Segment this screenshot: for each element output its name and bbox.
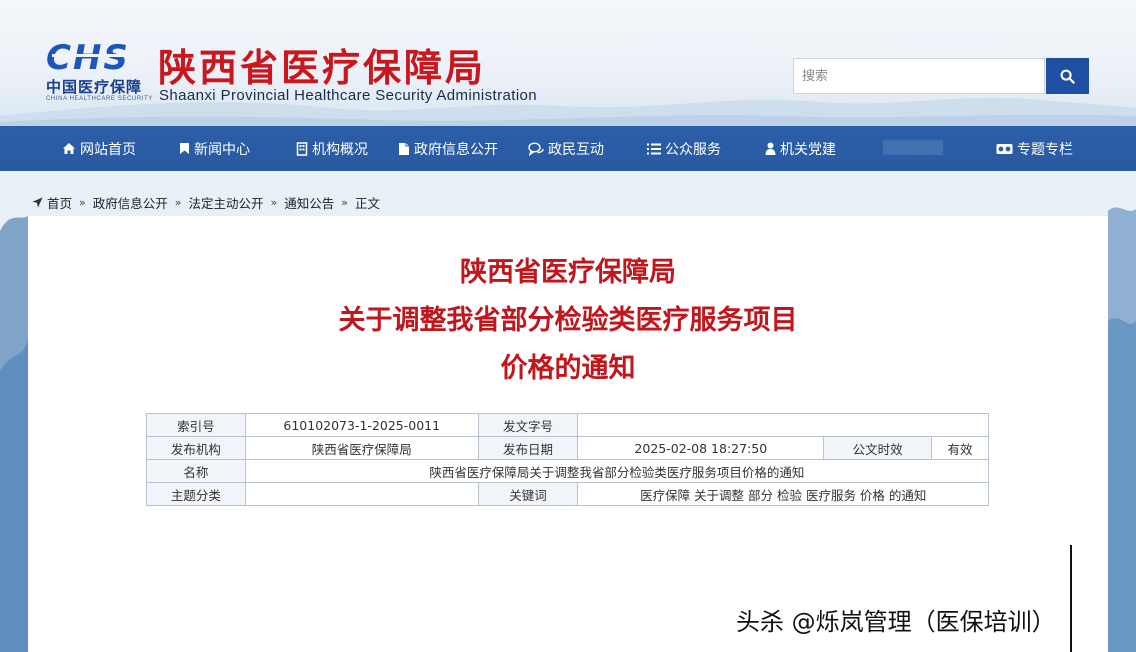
breadcrumb-current: 正文 <box>355 195 381 211</box>
table-row: 索引号 610102073-1-2025-0011 发文字号 <box>146 413 989 437</box>
search-button[interactable] <box>1046 58 1089 94</box>
building-icon <box>296 141 308 156</box>
nav-label: 机关党建 <box>780 141 836 158</box>
keywords-value: 医疗保障 关于调整 部分 检验 医疗服务 价格 的通知 <box>577 482 989 506</box>
nav-label: 机构概况 <box>312 141 368 158</box>
nav-item-special[interactable]: 专题专栏 <box>996 126 1073 171</box>
breadcrumb-separator: » <box>341 195 348 209</box>
document-title-line-3: 价格的通知 <box>500 353 636 384</box>
video-icon <box>996 142 1013 155</box>
name-value: 陕西省医疗保障局关于调整我省部分检验类医疗服务项目价格的通知 <box>244 459 990 483</box>
user-icon <box>765 142 776 155</box>
breadcrumb-separator: » <box>174 195 182 209</box>
nav-item-public-service[interactable]: 公众服务 <box>647 126 721 171</box>
breadcrumb-mandatory[interactable]: 法定主动公开 <box>189 193 264 212</box>
watermark-text: 头杀 @烁岚管理（医保培训） <box>736 608 1056 636</box>
list-icon <box>647 143 661 155</box>
nav-label: 专题专栏 <box>1017 141 1073 158</box>
nav-item-gov-info[interactable]: 政府信息公开 <box>398 126 498 171</box>
breadcrumb-notices[interactable]: 通知公告 <box>284 193 334 212</box>
date-value: 2025-02-08 18:27:50 <box>577 436 825 460</box>
nav-item-interaction[interactable]: 政民互动 <box>528 126 604 171</box>
document-meta-table: 索引号 610102073-1-2025-0011 发文字号 发布机构 陕西省医… <box>146 413 990 506</box>
nav-label-blurred: ▒▒▒▒▒▒ <box>883 141 943 156</box>
document-title-line-1: 陕西省医疗保障局 <box>460 257 676 288</box>
breadcrumb-gov-info[interactable]: 政府信息公开 <box>93 193 168 212</box>
index-value: 610102073-1-2025-0011 <box>244 413 479 437</box>
chat-icon <box>528 141 544 156</box>
logo-english-text: CHINA HEALTHCARE SECURITY <box>46 96 153 102</box>
keywords-label: 关键词 <box>477 482 579 506</box>
main-nav: 网站首页 新闻中心 机构概况 政府信息公开 政民互动 公众服务 机关党建 ▒▒▒… <box>0 126 1136 171</box>
nav-item-about[interactable]: 机构概况 <box>296 126 368 171</box>
validity-label: 公文时效 <box>823 436 932 460</box>
site-subtitle: Shaanxi Provincial Healthcare Security A… <box>159 87 538 104</box>
table-row: 主题分类 关键词 医疗保障 关于调整 部分 检验 医疗服务 价格 的通知 <box>146 482 989 506</box>
nav-item-party[interactable]: 机关党建 <box>765 126 836 171</box>
doc-no-label: 发文字号 <box>477 413 579 437</box>
table-row: 名称 陕西省医疗保障局关于调整我省部分检验类医疗服务项目价格的通知 <box>146 459 990 483</box>
index-label: 索引号 <box>146 413 246 437</box>
breadcrumb-home[interactable]: 首页 <box>47 193 72 212</box>
nav-item-blurred[interactable]: ▒▒▒▒▒▒ <box>883 126 943 171</box>
issuer-value: 陕西省医疗保障局 <box>244 436 479 460</box>
topic-value <box>244 482 479 506</box>
search-input[interactable] <box>793 58 1045 94</box>
search-icon <box>1060 69 1075 84</box>
site-header: CHS 中国医疗保障 CHINA HEALTHCARE SECURITY 陕西省… <box>0 0 1136 126</box>
document-title-line-2: 关于调整我省部分检验类医疗服务项目 <box>338 305 798 336</box>
validity-value: 有效 <box>931 436 989 460</box>
document-icon <box>398 142 410 156</box>
doc-no-value <box>577 413 989 437</box>
nav-item-news[interactable]: 新闻中心 <box>179 126 250 171</box>
nav-label: 新闻中心 <box>194 141 250 158</box>
date-label: 发布日期 <box>477 436 579 460</box>
nav-item-home[interactable]: 网站首页 <box>62 126 136 171</box>
bookmark-icon <box>179 142 190 155</box>
breadcrumb: 首页 » 政府信息公开 » 法定主动公开 » 通知公告 » 正文 <box>32 192 380 212</box>
name-label: 名称 <box>146 459 246 483</box>
breadcrumb-separator: » <box>270 195 278 209</box>
issuer-label: 发布机构 <box>146 436 246 460</box>
nav-label: 政民互动 <box>548 141 604 158</box>
nav-label: 政府信息公开 <box>414 141 498 158</box>
topic-label: 主题分类 <box>146 482 246 506</box>
table-row: 发布机构 陕西省医疗保障局 发布日期 2025-02-08 18:27:50 公… <box>146 436 989 460</box>
nav-label: 网站首页 <box>80 141 136 158</box>
site-title: 陕西省医疗保障局 <box>158 45 487 90</box>
logo-chinese-text: 中国医疗保障 <box>46 78 143 96</box>
location-arrow-icon <box>32 197 43 208</box>
breadcrumb-separator: » <box>79 195 86 209</box>
nav-label: 公众服务 <box>665 141 721 158</box>
article-content: 陕西省医疗保障局 关于调整我省部分检验类医疗服务项目 价格的通知 索引号 610… <box>28 216 1108 652</box>
edge-divider <box>1070 545 1072 652</box>
home-icon <box>62 142 76 155</box>
chs-logo-icon: CHS <box>46 38 146 76</box>
